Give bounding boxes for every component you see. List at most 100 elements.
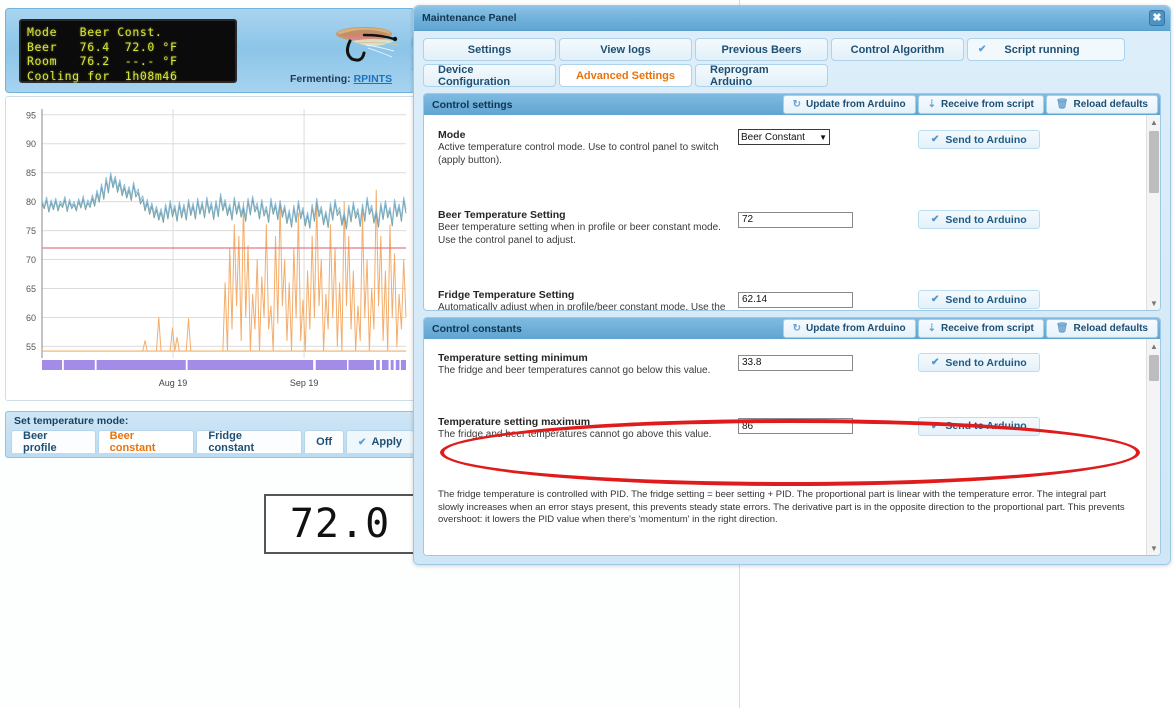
control-settings-title: Control settings	[432, 98, 513, 111]
lcd-line-state: Cooling for 1h08m46	[27, 68, 178, 83]
control-constants-scrollbar[interactable]: ▲ ▼	[1146, 339, 1160, 555]
tab-label: Settings	[467, 43, 512, 56]
mode-select-value: Beer Constant	[741, 131, 805, 143]
tab-label: Advanced Settings	[575, 69, 676, 82]
apply-button[interactable]: ✔ Apply	[346, 430, 414, 453]
tab-device-configuration[interactable]: Device Configuration	[423, 63, 556, 88]
header-button-update-from-arduino[interactable]: ↻ Update from Arduino	[782, 95, 916, 114]
scroll-thumb[interactable]	[1149, 355, 1159, 381]
temp-mode-button-off[interactable]: Off	[304, 430, 345, 453]
send-to-arduino-button[interactable]: ✔ Send to Arduino	[918, 353, 1040, 372]
set-temperature-mode-title: Set temperature mode:	[14, 415, 129, 427]
scroll-down-icon[interactable]: ▼	[1147, 296, 1160, 310]
control-settings-body: Mode Active temperature control mode. Use…	[424, 115, 1160, 310]
header-button-reload-defaults[interactable]: 🗑 Reload defaults	[1045, 319, 1158, 338]
send-to-arduino-button[interactable]: ✔ Send to Arduino	[918, 210, 1040, 229]
setting-label-group: Temperature setting maximum The fridge an…	[438, 416, 738, 442]
setting-input[interactable]	[738, 354, 853, 371]
header-button-label: Update from Arduino	[805, 323, 906, 334]
lcd-line-beer: Beer 76.4 72.0 °F	[27, 39, 178, 54]
setting-label-group: Fridge Temperature Setting Automatically …	[438, 289, 738, 310]
temp-mode-button-beer-profile[interactable]: Beer profile	[11, 430, 96, 454]
svg-text:65: 65	[26, 284, 36, 294]
svg-text:55: 55	[26, 342, 36, 352]
send-to-arduino-label: Send to Arduino	[945, 133, 1027, 146]
setting-action: ✔ Send to Arduino	[918, 209, 1040, 229]
send-to-arduino-button[interactable]: ✔ Send to Arduino	[918, 130, 1040, 149]
tab-view-logs[interactable]: View logs	[559, 38, 692, 61]
send-to-arduino-label: Send to Arduino	[945, 356, 1027, 369]
tab-reprogram-arduino[interactable]: Reprogram Arduino	[695, 64, 828, 88]
setting-row: Temperature setting maximum The fridge an…	[424, 416, 1160, 442]
header-button-label: Reload defaults	[1073, 323, 1148, 334]
pid-explanation: The fridge temperature is controlled wit…	[438, 489, 1125, 525]
refresh-icon: ↻	[792, 99, 801, 110]
send-to-arduino-label: Send to Arduino	[945, 420, 1027, 432]
setting-description: Active temperature control mode. Use to …	[438, 142, 719, 166]
send-to-arduino-button[interactable]: ✔ Send to Arduino	[918, 416, 1040, 436]
tab-advanced-settings[interactable]: Advanced Settings	[559, 64, 692, 87]
trash-icon: 🗑	[1055, 323, 1069, 334]
setting-description: The fridge and beer temperatures cannot …	[438, 365, 711, 376]
tab-label: Device Configuration	[438, 63, 511, 88]
send-to-arduino-button[interactable]: ✔ Send to Arduino	[918, 290, 1040, 309]
setting-input[interactable]	[738, 211, 853, 228]
control-constants-rows: Temperature setting minimum The fridge an…	[424, 339, 1160, 441]
tab-label: Script running	[1004, 43, 1080, 56]
scroll-down-icon[interactable]: ▼	[1147, 541, 1160, 555]
tab-previous-beers[interactable]: Previous Beers	[695, 38, 828, 61]
setting-field	[738, 209, 918, 228]
svg-text:Sep 19: Sep 19	[290, 378, 319, 388]
header-button-update-from-arduino[interactable]: ↻ Update from Arduino	[782, 319, 916, 338]
setting-action: ✔ Send to Arduino	[918, 129, 1040, 149]
close-icon[interactable]: ✖	[1149, 10, 1165, 26]
temp-mode-button-beer-constant[interactable]: Beer constant	[97, 430, 195, 454]
tab-script-running[interactable]: ✔ Script running	[967, 38, 1125, 61]
svg-text:60: 60	[26, 313, 36, 323]
control-constants-title: Control constants	[432, 322, 522, 335]
svg-text:90: 90	[26, 139, 36, 149]
maintenance-tabs-row-1: Settings View logs Previous Beers Control A…	[423, 38, 1161, 61]
scroll-up-icon[interactable]: ▲	[1147, 115, 1160, 129]
refresh-icon: ↻	[792, 323, 801, 334]
setting-row: Fridge Temperature Setting Automatically …	[424, 289, 1160, 310]
setting-title: Fridge Temperature Setting	[438, 289, 575, 301]
setting-action: ✔ Send to Arduino	[918, 416, 1040, 436]
scroll-thumb[interactable]	[1149, 131, 1159, 193]
control-settings-rows: Mode Active temperature control mode. Use…	[424, 115, 1160, 310]
lcd-line-room: Room 76.2 --.- °F	[27, 54, 178, 69]
header-button-receive-from-script[interactable]: ⇣ Receive from script	[917, 95, 1044, 114]
tab-label: Control Algorithm	[850, 43, 945, 56]
check-icon: ✔	[931, 214, 940, 225]
setting-label-group: Mode Active temperature control mode. Use…	[438, 129, 738, 167]
fermenting-beer-link[interactable]: RPINTS	[354, 73, 393, 85]
tab-settings[interactable]: Settings	[423, 38, 556, 61]
header-button-receive-from-script[interactable]: ⇣ Receive from script	[917, 319, 1044, 338]
tab-control-algorithm[interactable]: Control Algorithm	[831, 38, 964, 61]
chart-canvas: 55 60 65 70 75 80 85 90 95 Aug 19 Sep 19	[6, 97, 414, 400]
lcd-line-mode: Mode Beer Const.	[27, 25, 163, 39]
check-icon: ✔	[931, 134, 940, 145]
svg-text:85: 85	[26, 168, 36, 178]
lcd-display: Mode Beer Const. Beer 76.4 72.0 °F Room …	[19, 19, 237, 83]
control-constants-header: Control constants ↻ Update from Arduino ⇣ R…	[424, 318, 1160, 339]
set-temperature-mode-panel: Set temperature mode: Beer profile Beer c…	[5, 411, 415, 458]
fermenting-status: Fermenting: RPINTS	[290, 73, 392, 85]
tab-label: View logs	[600, 43, 651, 56]
header-button-reload-defaults[interactable]: 🗑 Reload defaults	[1045, 95, 1158, 114]
send-to-arduino-label: Send to Arduino	[945, 213, 1027, 226]
temp-mode-button-fridge-constant[interactable]: Fridge constant	[196, 430, 303, 454]
setting-title: Temperature setting maximum	[438, 415, 591, 428]
temp-mode-button-label: Beer constant	[109, 430, 156, 454]
setting-input[interactable]	[738, 418, 853, 434]
check-icon: ✔	[358, 436, 367, 448]
control-settings-scrollbar[interactable]: ▲ ▼	[1146, 115, 1160, 310]
setting-field	[738, 289, 918, 308]
setting-title: Beer Temperature Setting	[438, 209, 566, 221]
mode-select[interactable]: Beer Constant ▼	[738, 129, 830, 145]
fermenting-label: Fermenting:	[290, 73, 351, 85]
setting-input[interactable]	[738, 291, 853, 308]
scroll-up-icon[interactable]: ▲	[1147, 339, 1160, 353]
control-constants-header-buttons: ↻ Update from Arduino ⇣ Receive from script…	[782, 319, 1158, 338]
download-icon: ⇣	[927, 99, 936, 110]
